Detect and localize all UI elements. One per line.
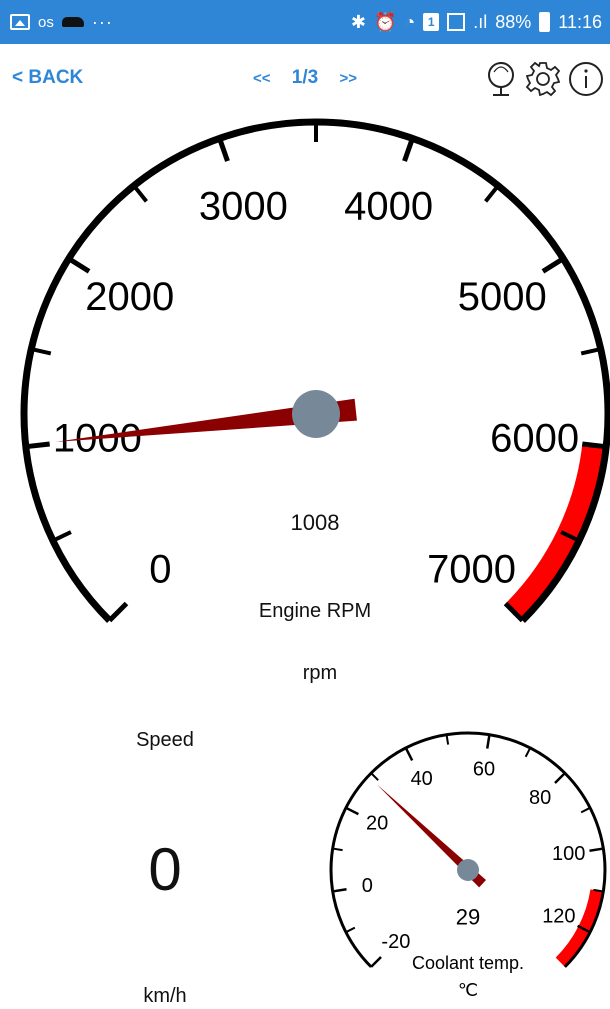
- tick-label: 80: [529, 787, 551, 809]
- major-tick: [370, 956, 382, 968]
- gauges-canvas: 0100020003000 4000500060007000 -2002040 60…: [20, 118, 610, 1000]
- major-tick: [554, 772, 566, 784]
- rpm-title: Engine RPM: [258, 600, 372, 622]
- rpm-value: 1008: [290, 510, 340, 535]
- tick-label: 6000: [490, 417, 579, 461]
- needle-hub: [292, 390, 340, 438]
- major-tick: [25, 441, 50, 450]
- tick-label: 60: [473, 758, 495, 780]
- tick-label: 3000: [199, 184, 288, 228]
- major-tick: [486, 734, 491, 749]
- minor-tick: [30, 347, 52, 356]
- major-tick: [345, 806, 359, 816]
- needle-hub: [457, 859, 479, 881]
- minor-tick: [580, 806, 591, 814]
- tick-label: 120: [542, 905, 575, 927]
- minor-tick: [52, 530, 72, 543]
- tick-label: 5000: [458, 275, 547, 319]
- tick-label: 0: [362, 875, 373, 897]
- tick-label: 4000: [344, 184, 433, 228]
- major-tick: [67, 256, 91, 274]
- minor-tick: [524, 747, 532, 758]
- major-tick: [582, 441, 607, 450]
- tick-label: 7000: [427, 548, 516, 592]
- minor-tick: [580, 347, 602, 356]
- speed-unit: km/h: [143, 985, 187, 1007]
- speed-title: Speed: [136, 729, 194, 751]
- major-tick: [402, 137, 415, 162]
- speed-value: 0: [148, 836, 182, 903]
- minor-tick: [370, 772, 379, 781]
- coolant-title: Coolant temp.: [412, 953, 524, 973]
- major-tick: [332, 888, 347, 893]
- minor-tick: [345, 926, 356, 934]
- rpm-gauge: 0100020003000 4000500060007000: [20, 118, 610, 623]
- coolant-unit: ℃: [458, 980, 478, 1000]
- major-tick: [107, 601, 129, 623]
- minor-tick: [484, 184, 500, 203]
- major-tick: [404, 747, 414, 761]
- rpm-unit: rpm: [302, 662, 338, 684]
- major-tick: [217, 137, 230, 162]
- minor-tick: [132, 184, 148, 203]
- tick-label: 100: [552, 843, 585, 865]
- coolant-gauge: -20 0 20 40 60 80 100 120 29 Coolant temp. ℃: [329, 731, 607, 1000]
- minor-tick: [332, 847, 343, 852]
- tick-label: 0: [149, 548, 171, 592]
- major-tick: [541, 256, 565, 274]
- tick-label: 40: [411, 768, 433, 790]
- coolant-value: 29: [456, 905, 480, 930]
- gauge-arc: [20, 118, 610, 623]
- tick-label: -20: [381, 931, 410, 953]
- major-tick: [589, 847, 604, 852]
- tick-label: 2000: [85, 275, 174, 319]
- minor-tick: [445, 734, 450, 745]
- tick-label: 20: [366, 813, 388, 835]
